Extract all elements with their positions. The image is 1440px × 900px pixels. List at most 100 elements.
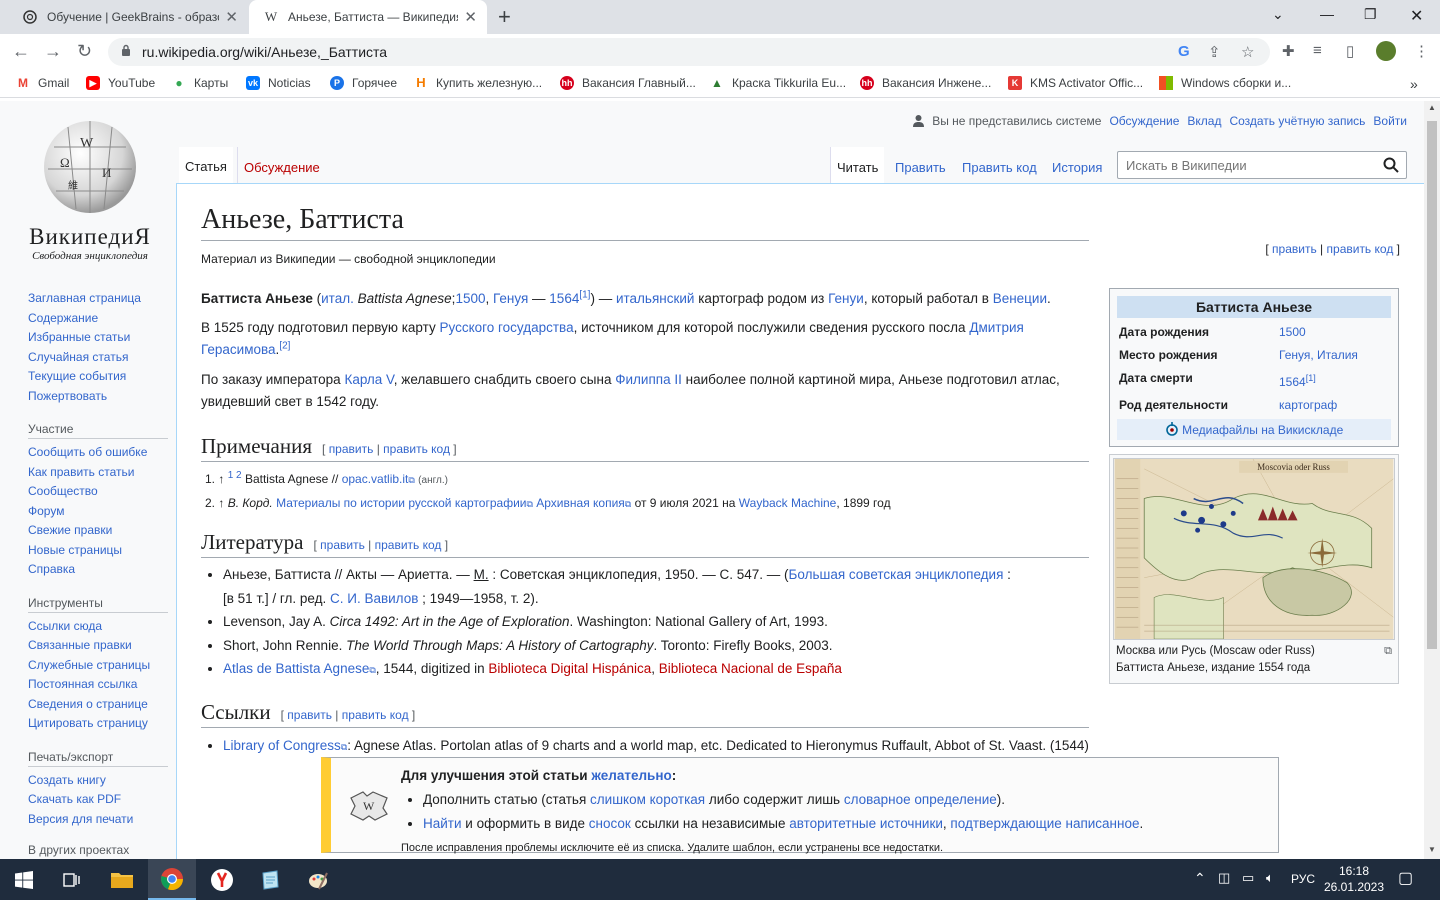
bookmark-maps[interactable]: ● Карты <box>172 76 228 90</box>
sidebar-item-community[interactable]: Сообщество <box>28 482 168 502</box>
close-window-icon[interactable]: ✕ <box>1410 6 1423 26</box>
ref-link[interactable]: [1] <box>1306 373 1316 383</box>
red-link[interactable]: Biblioteca Nacional de España <box>659 661 842 676</box>
wikipedia-logo[interactable]: W Ω И 維 ВикипедиЯ Свободная энциклопедия <box>20 117 160 262</box>
confirming-link[interactable]: подтверждающие написанное <box>950 816 1139 831</box>
media-control-icon[interactable]: ≡ <box>1313 42 1322 59</box>
sidebar-item-random[interactable]: Случайная статья <box>28 348 168 368</box>
browser-tab-geekbrains[interactable]: Обучение | GeekBrains - образо ✕ <box>8 0 248 34</box>
reload-icon[interactable]: ↻ <box>77 41 92 62</box>
extensions-icon[interactable]: ✚ <box>1282 42 1295 60</box>
edit-source-link[interactable]: править код <box>1327 242 1394 256</box>
notifications-icon[interactable]: ▢ <box>1398 868 1413 888</box>
edit-link[interactable]: править <box>287 708 332 722</box>
death-year-link[interactable]: 1564 <box>549 291 579 306</box>
bookmark-noticias[interactable]: vk Noticias <box>246 76 311 90</box>
birthplace-link[interactable]: Генуя <box>493 291 528 306</box>
scrollbar-thumb[interactable] <box>1427 121 1437 649</box>
sidebar-item-forum[interactable]: Форум <box>28 502 168 522</box>
sidebar-item-new-pages[interactable]: Новые страницы <box>28 541 168 561</box>
sidebar-item-related-changes[interactable]: Связанные правки <box>28 636 168 656</box>
edit-link[interactable]: править <box>1272 242 1317 256</box>
reliable-sources-link[interactable]: авторитетные источники <box>789 816 943 831</box>
bse-link[interactable]: Большая советская энциклопедия <box>789 567 1004 582</box>
network-icon[interactable]: ▭ <box>1242 870 1254 886</box>
commons-link[interactable]: Медиафайлы на Викискладе <box>1182 423 1343 437</box>
personal-talk-link[interactable]: Обсуждение <box>1109 114 1179 128</box>
more-bookmarks-icon[interactable]: » <box>1410 76 1418 92</box>
back-icon[interactable]: ← <box>12 41 30 62</box>
browser-tab-wikipedia[interactable]: W Аньезе, Баттиста — Википедия ✕ <box>249 0 487 34</box>
bookmark-vacancy-engineer[interactable]: hh Вакансия Инжене... <box>860 76 991 90</box>
sidebar-item-special-pages[interactable]: Служебные страницы <box>28 656 168 676</box>
bookmark-gmail[interactable]: M Gmail <box>16 76 69 90</box>
taskbar-paint[interactable] <box>294 859 342 900</box>
sidebar-item-cite[interactable]: Цитировать страницу <box>28 714 168 734</box>
search-input[interactable] <box>1118 152 1368 178</box>
vavilov-link[interactable]: С. И. Вавилов <box>330 591 418 606</box>
bookmark-windows[interactable]: Windows сборки и... <box>1159 76 1291 90</box>
taskbar-yandex[interactable] <box>198 859 246 900</box>
ref-link[interactable]: [1] <box>579 290 590 301</box>
profile-avatar[interactable] <box>1376 41 1396 61</box>
sidebar-item-create-book[interactable]: Создать книгу <box>28 771 168 791</box>
login-link[interactable]: Войти <box>1373 114 1407 128</box>
close-tab-icon[interactable]: ✕ <box>225 8 238 26</box>
start-button[interactable] <box>0 859 48 900</box>
address-bar[interactable]: ru.wikipedia.org/wiki/Аньезе,_Баттиста G… <box>108 38 1270 66</box>
infobox-value-link[interactable]: картограф <box>1279 398 1337 412</box>
sidebar-item-donate[interactable]: Пожертвовать <box>28 387 168 407</box>
search-icon[interactable] <box>1383 157 1399 173</box>
bookmark-vacancy-main[interactable]: hh Вакансия Главный... <box>560 76 696 90</box>
city-venice-link[interactable]: Венеции <box>993 291 1047 306</box>
tab-edit[interactable]: Править <box>889 147 952 183</box>
footnotes-link[interactable]: сносок <box>589 816 631 831</box>
wayback-link[interactable]: Wayback Machine <box>739 496 837 510</box>
commons-link-row[interactable]: Медиафайлы на Викискладе <box>1117 419 1391 440</box>
dict-definition-link[interactable]: словарное определение <box>844 792 997 807</box>
new-tab-icon[interactable]: + <box>498 4 511 30</box>
menu-icon[interactable]: ⋮ <box>1414 42 1429 60</box>
taskbar-notepad[interactable] <box>246 859 294 900</box>
agnese-map-image[interactable]: Moscovia oder Russ <box>1113 458 1395 640</box>
google-translate-icon[interactable]: G <box>1178 43 1190 60</box>
tab-talk[interactable]: Обсуждение <box>237 147 326 183</box>
language-indicator[interactable]: РУС <box>1291 872 1315 886</box>
forward-icon[interactable]: → <box>44 41 62 62</box>
sidebar-item-what-links-here[interactable]: Ссылки сюда <box>28 617 168 637</box>
note-link[interactable]: opac.vatlib.it <box>342 472 409 486</box>
bookmark-buy-iron[interactable]: H Купить железную... <box>414 76 542 91</box>
sidebar-item-how-to-edit[interactable]: Как править статьи <box>28 463 168 483</box>
volume-icon[interactable]: 🔈︎ <box>1266 870 1274 886</box>
task-view-button[interactable] <box>48 859 96 900</box>
sidebar-item-printable[interactable]: Версия для печати <box>28 810 168 830</box>
lang-link[interactable]: итал. <box>321 291 354 306</box>
city-genoa-link[interactable]: Генуи <box>828 291 864 306</box>
tab-history[interactable]: История <box>1046 147 1108 183</box>
taskbar-file-explorer[interactable] <box>98 859 146 900</box>
edit-link[interactable]: править <box>329 442 374 456</box>
sidebar-item-recent-changes[interactable]: Свежие правки <box>28 521 168 541</box>
nationality-link[interactable]: итальянский <box>616 291 695 306</box>
bookmark-tikkurila[interactable]: ▲ Краска Tikkurila Eu... <box>710 76 846 90</box>
page-scrollbar[interactable]: ▲ ▼ <box>1424 101 1440 859</box>
sidebar-item-permanent-link[interactable]: Постоянная ссылка <box>28 675 168 695</box>
too-short-link[interactable]: слишком короткая <box>590 792 705 807</box>
bookmark-kms[interactable]: K KMS Activator Offic... <box>1008 76 1143 90</box>
ref-link[interactable]: [2] <box>279 341 290 352</box>
sidebar-item-download-pdf[interactable]: Скачать как PDF <box>28 790 168 810</box>
infobox-value-link[interactable]: 1500 <box>1279 325 1306 339</box>
meet-now-icon[interactable]: ◫ <box>1218 870 1230 886</box>
show-hidden-icons-icon[interactable]: ⌃ <box>1194 870 1206 887</box>
bookmark-hot[interactable]: P Горячее <box>330 76 397 90</box>
sidebar-item-main-page[interactable]: Заглавная страница <box>28 289 168 309</box>
share-icon[interactable]: ⇪ <box>1208 43 1221 61</box>
philip-ii-link[interactable]: Филиппа II <box>615 372 682 387</box>
sidebar-item-page-info[interactable]: Сведения о странице <box>28 695 168 715</box>
edit-source-link[interactable]: править код <box>342 708 409 722</box>
maximize-icon[interactable]: ❐ <box>1364 6 1377 23</box>
loc-link[interactable]: Library of Congress <box>223 738 341 753</box>
red-link[interactable]: Biblioteca Digital Hispánica <box>488 661 651 676</box>
charles-v-link[interactable]: Карла V <box>344 372 393 387</box>
system-clock[interactable]: 16:18 26.01.2023 <box>1322 863 1386 895</box>
